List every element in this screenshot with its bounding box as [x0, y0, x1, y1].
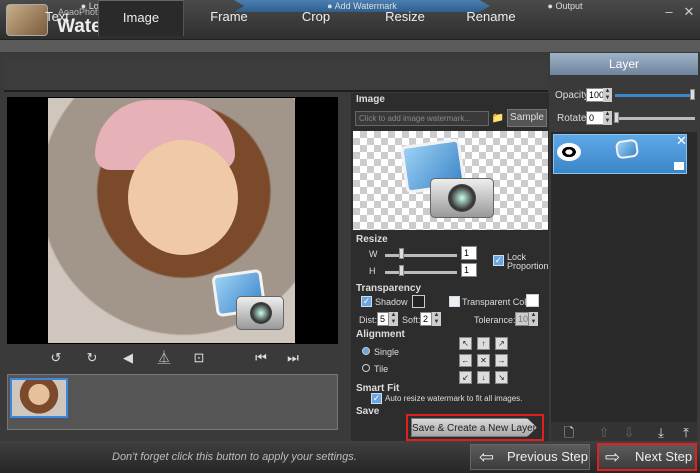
folder-open-icon[interactable]: 📁 [490, 111, 506, 126]
step-output[interactable]: ● Output [535, 0, 595, 12]
transparent-color-picker[interactable] [526, 294, 539, 307]
rotate-slider-knob[interactable] [614, 112, 619, 123]
close-window-button[interactable]: ✕ [680, 4, 698, 20]
resize-section-title: Resize [356, 234, 388, 245]
mirror-icon[interactable]: ⏅ [155, 349, 173, 367]
shadow-color-picker[interactable] [412, 295, 425, 308]
soft-spinner[interactable]: ▲ ▼ [432, 312, 441, 326]
width-slider[interactable] [385, 254, 457, 257]
width-value[interactable]: 1 [461, 246, 477, 260]
single-radio[interactable] [362, 347, 370, 355]
watermark-image-input[interactable]: Click to add image watermark... [355, 111, 489, 126]
tile-radio[interactable] [362, 364, 370, 372]
tab-image[interactable]: Image [98, 0, 184, 36]
new-layer-icon[interactable]: 🗋 [560, 424, 578, 442]
fit-screen-icon[interactable]: ⊡ [190, 349, 208, 367]
import-layer-icon[interactable]: ⤓ [652, 424, 670, 442]
dist-value[interactable]: 5 [377, 312, 389, 326]
opacity-value[interactable]: 100 [586, 88, 604, 102]
height-slider[interactable] [385, 271, 457, 274]
align-bottom-left-icon[interactable]: ↙ [459, 371, 472, 384]
rotate-left-icon[interactable]: ↺ [47, 349, 65, 367]
camera-lens-icon [250, 302, 272, 324]
single-label: Single [374, 347, 400, 357]
tile-label: Tile [374, 364, 389, 374]
tab-bar [4, 58, 548, 92]
image-section-title: Image [356, 94, 385, 105]
soft-value[interactable]: 2 [420, 312, 432, 326]
next-image-icon[interactable]: ⏭ [284, 349, 302, 367]
tab-resize[interactable]: Resize [362, 0, 448, 34]
align-right-icon[interactable]: → [495, 354, 508, 367]
dist-label: Dist: [359, 315, 377, 325]
next-step-highlight-box [597, 443, 697, 471]
layer-thumbnail-icon [614, 138, 640, 160]
align-top-left-icon[interactable]: ↖ [459, 337, 472, 350]
lock-proportion-checkbox[interactable]: ✓ [493, 255, 504, 266]
rotate-value[interactable]: 0 [586, 111, 604, 125]
height-label: H [369, 266, 376, 276]
align-bottom-right-icon[interactable]: ↘ [495, 371, 508, 384]
transparent-color-checkbox[interactable] [449, 296, 460, 307]
photo-face [128, 140, 238, 255]
layer-list [551, 132, 697, 422]
tolerance-label: Tolerance: [474, 315, 516, 325]
shadow-label: Shadow [375, 297, 408, 307]
auto-resize-label: Auto resize watermark to fit all images. [385, 394, 523, 403]
rotate-slider[interactable] [615, 117, 695, 120]
rotate-spinner[interactable]: ▲ ▼ [603, 111, 612, 125]
align-center-icon[interactable]: ✕ [477, 354, 490, 367]
apply-hint-text: Don't forget click this button to apply … [112, 451, 357, 463]
alignment-section-title: Alignment [356, 329, 405, 340]
tab-rename[interactable]: Rename [448, 0, 534, 34]
rotate-label: Rotate [557, 113, 587, 124]
image-type-icon [674, 162, 684, 170]
opacity-spinner[interactable]: ▲ ▼ [603, 88, 612, 102]
eye-visibility-icon[interactable] [557, 143, 581, 161]
auto-resize-checkbox[interactable]: ✓ [371, 393, 382, 404]
previous-step-button[interactable]: ⇦ Previous Step [470, 444, 590, 470]
opacity-slider-knob[interactable] [690, 89, 695, 100]
tab-frame[interactable]: Frame [186, 0, 272, 34]
align-left-icon[interactable]: ← [459, 354, 472, 367]
lock-proportion-label: Lock Proportion [507, 252, 549, 271]
soft-label: Soft: [402, 315, 421, 325]
tab-text[interactable]: Text [14, 0, 100, 34]
minimize-button[interactable]: – [660, 4, 678, 20]
shadow-checkbox[interactable]: ✓ [361, 296, 372, 307]
height-slider-knob[interactable] [399, 265, 404, 276]
flip-horizontal-icon[interactable]: ◀ [119, 349, 137, 367]
move-layer-up-icon[interactable]: ⇧ [595, 424, 613, 442]
previous-image-icon[interactable]: ⏮ [252, 349, 270, 367]
align-top-icon[interactable]: ↑ [477, 337, 490, 350]
tolerance-value[interactable]: 10 [515, 312, 529, 326]
dist-spinner[interactable]: ▲ ▼ [389, 312, 398, 326]
align-bottom-icon[interactable]: ↓ [477, 371, 490, 384]
delete-layer-icon[interactable]: ✕ [676, 133, 687, 149]
save-create-layer-button[interactable]: Save & Create a New Layer [411, 418, 537, 437]
height-value[interactable]: 1 [461, 263, 477, 277]
arrow-left-icon: ⇦ [479, 447, 495, 467]
opacity-label: Opacity [555, 90, 589, 101]
transparency-section-title: Transparency [356, 283, 422, 294]
width-label: W [369, 249, 378, 259]
tab-crop[interactable]: Crop [273, 0, 359, 34]
step-bar [0, 40, 700, 52]
align-top-right-icon[interactable]: ↗ [495, 337, 508, 350]
preview-lens-icon [448, 184, 476, 212]
photo-thumbnail[interactable] [10, 378, 68, 418]
save-section-title: Save [356, 406, 380, 417]
sample-button[interactable]: Sample [507, 109, 547, 127]
transparent-color-label: Transparent Color [462, 297, 535, 307]
move-layer-down-icon[interactable]: ⇩ [620, 424, 638, 442]
rotate-right-icon[interactable]: ↻ [83, 349, 101, 367]
opacity-slider[interactable] [615, 94, 695, 97]
width-slider-knob[interactable] [399, 248, 404, 259]
layer-panel-title: Layer [550, 53, 698, 75]
previous-step-label: Previous Step [507, 449, 588, 464]
tolerance-spinner[interactable]: ▲ ▼ [529, 312, 538, 326]
export-layer-icon[interactable]: ⤒ [677, 424, 695, 442]
